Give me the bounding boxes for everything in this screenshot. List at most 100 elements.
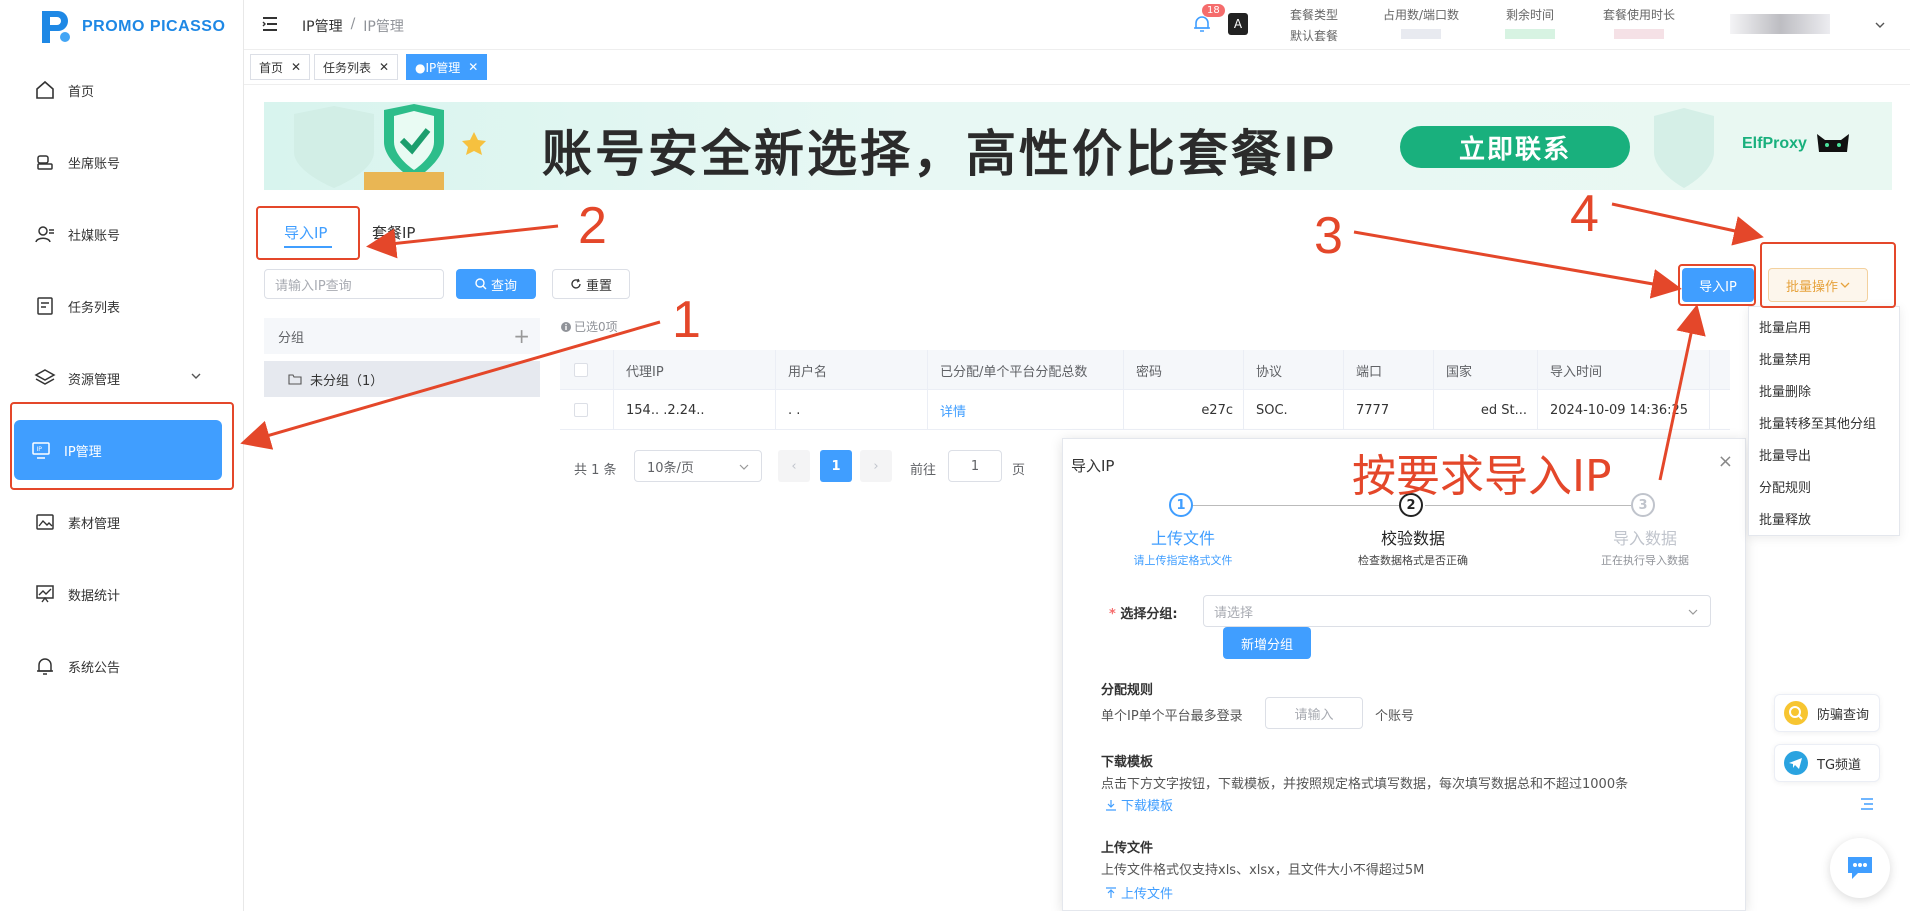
tag-ip-management[interactable]: ●IP管理 ✕ <box>406 54 488 80</box>
tab-package-ip[interactable]: 套餐IP <box>372 222 415 243</box>
logo-icon <box>42 11 70 43</box>
translate-icon[interactable]: A <box>1228 13 1248 35</box>
ip-search-input[interactable]: 请输入IP查询 <box>264 269 444 299</box>
sidebar-item-home[interactable]: 首页 <box>12 60 222 120</box>
breadcrumb-current: IP管理 <box>363 19 404 35</box>
banner-contact-button[interactable]: 立即联系 <box>1400 126 1630 168</box>
details-link[interactable]: 详情 <box>928 390 1124 430</box>
required-marker: * <box>1109 607 1121 622</box>
sidebar-item-label: 任务列表 <box>68 300 121 316</box>
pagination-total: 共 1 条 <box>574 463 617 478</box>
sidebar-item-social-accounts[interactable]: 社媒账号 <box>12 204 222 264</box>
bell-icon <box>1194 16 1210 32</box>
stat-value: 默认套餐 <box>1289 29 1338 43</box>
stat-value-redacted <box>1505 29 1555 39</box>
cell-protocol: SOC. <box>1244 390 1344 430</box>
sidebar-item-materials[interactable]: 素材管理 <box>12 492 222 552</box>
row-checkbox[interactable] <box>574 403 588 417</box>
sidebar-item-statistics[interactable]: 数据统计 <box>12 564 222 624</box>
select-all-cell <box>560 350 614 390</box>
stat-occupied-ports: 占用数/端口数 <box>1366 6 1476 39</box>
breadcrumb-separator: / <box>350 16 356 32</box>
new-group-button[interactable]: 新增分组 <box>1223 627 1311 659</box>
goto-page-input[interactable]: 1 <box>948 450 1002 482</box>
chat-support-button[interactable] <box>1830 838 1890 898</box>
stat-value-redacted <box>1614 29 1664 39</box>
list-toggle-icon[interactable] <box>1860 798 1874 810</box>
step-3-desc: 正在执行导入数据 <box>1601 554 1689 567</box>
user-profile-redacted[interactable] <box>1730 14 1830 34</box>
dropdown-item-batch-release[interactable]: 批量释放 <box>1759 509 1811 528</box>
add-group-icon[interactable]: + <box>513 324 530 348</box>
sidebar-item-announcements[interactable]: 系统公告 <box>12 636 222 696</box>
close-icon[interactable]: ✕ <box>379 60 389 74</box>
page-number-current[interactable]: 1 <box>820 450 852 482</box>
page-size-value: 10条/页 <box>647 460 694 476</box>
banner-headline: 账号安全新选择，高性价比套餐IP <box>542 126 1338 182</box>
cell-country: ed St... <box>1434 390 1538 430</box>
template-title: 下载模板 <box>1101 755 1154 770</box>
brand-name: PROMO PICASSO <box>82 18 226 35</box>
reset-button[interactable]: 重置 <box>552 269 630 299</box>
dropdown-item-batch-enable[interactable]: 批量启用 <box>1759 317 1811 336</box>
tg-channel-label: TG频道 <box>1817 757 1862 773</box>
step-1-desc: 请上传指定格式文件 <box>1133 554 1233 567</box>
goto-label: 前往 <box>910 463 937 478</box>
download-template-link[interactable]: 下载模板 <box>1105 795 1173 814</box>
image-icon <box>36 514 54 530</box>
tag-tasks[interactable]: 任务列表 ✕ <box>314 54 399 80</box>
sidebar-item-label: 坐席账号 <box>68 156 121 172</box>
group-select[interactable]: 请选择 <box>1203 595 1711 627</box>
group-select-placeholder: 请选择 <box>1214 605 1254 621</box>
arrow-4 <box>1611 202 1764 246</box>
prev-page-button[interactable]: ‹ <box>778 450 810 482</box>
info-icon <box>561 321 571 332</box>
notification-bell[interactable]: 18 <box>1192 4 1225 34</box>
step-connector <box>1185 505 1399 506</box>
anti-fraud-query-button[interactable]: 防骗查询 <box>1774 694 1880 732</box>
upload-file-link[interactable]: 上传文件 <box>1105 883 1173 902</box>
table-row[interactable]: 154.. .2.24.. . . 详情 e27c SOC. 7777 ed S… <box>560 390 1730 430</box>
dropdown-item-allocation-rule[interactable]: 分配规则 <box>1759 477 1811 496</box>
download-icon <box>1106 799 1116 811</box>
chevron-down-icon[interactable] <box>1874 19 1886 31</box>
brand-logo[interactable]: PROMO PICASSO <box>38 4 238 50</box>
promo-banner[interactable]: 账号安全新选择，高性价比套餐IP 立即联系 ElfProxy <box>264 102 1892 190</box>
cell-username: . . <box>776 390 928 430</box>
group-panel-header: 分组 + <box>264 318 540 354</box>
sidebar-item-seat-accounts[interactable]: 坐席账号 <box>12 132 222 192</box>
select-all-checkbox[interactable] <box>574 363 588 377</box>
group-item-ungrouped[interactable]: 未分组（1） <box>264 361 540 397</box>
breadcrumb-item[interactable]: IP管理 <box>302 16 343 36</box>
cell-password: e27c <box>1124 390 1244 430</box>
next-page-button[interactable]: › <box>860 450 892 482</box>
partner-logo: ElfProxy <box>1742 130 1853 158</box>
dropdown-item-batch-delete[interactable]: 批量删除 <box>1759 381 1811 400</box>
download-template-label: 下载模板 <box>1121 799 1174 814</box>
tag-label: 任务列表 <box>323 60 372 75</box>
table-header-row: 代理IP 用户名 已分配/单个平台分配总数 密码 协议 端口 国家 导入时间 <box>560 350 1730 390</box>
sidebar-item-label: 系统公告 <box>68 660 121 676</box>
stat-label: 占用数/端口数 <box>1382 8 1460 22</box>
close-icon[interactable]: × <box>1718 451 1733 472</box>
top-header: IP管理 / IP管理 18 A 套餐类型 默认套餐 占用数/端口数 剩余时间 … <box>244 0 1910 50</box>
close-icon[interactable]: ✕ <box>291 60 301 74</box>
home-icon <box>36 80 54 99</box>
upload-title: 上传文件 <box>1101 841 1154 856</box>
sidebar-item-tasks[interactable]: 任务列表 <box>12 276 222 336</box>
query-button[interactable]: 查询 <box>456 269 536 299</box>
rule-title: 分配规则 <box>1101 683 1154 698</box>
dropdown-item-batch-export[interactable]: 批量导出 <box>1759 445 1811 464</box>
tag-home[interactable]: 首页 ✕ <box>250 54 311 80</box>
step-2-title: 校验数据 <box>1380 529 1445 548</box>
menu-fold-icon[interactable] <box>262 17 278 31</box>
col-password: 密码 <box>1124 350 1244 390</box>
sidebar-item-resources[interactable]: 资源管理 <box>12 348 222 408</box>
sidebar-item-label: 社媒账号 <box>68 228 121 244</box>
max-login-input[interactable]: 请输入 <box>1265 697 1363 729</box>
dropdown-item-batch-disable[interactable]: 批量禁用 <box>1759 349 1811 368</box>
dropdown-item-batch-move[interactable]: 批量转移至其他分组 <box>1759 413 1876 432</box>
page-size-select[interactable]: 10条/页 <box>634 450 762 482</box>
close-icon[interactable]: ✕ <box>468 60 478 74</box>
tg-channel-button[interactable]: TG频道 <box>1774 744 1880 782</box>
